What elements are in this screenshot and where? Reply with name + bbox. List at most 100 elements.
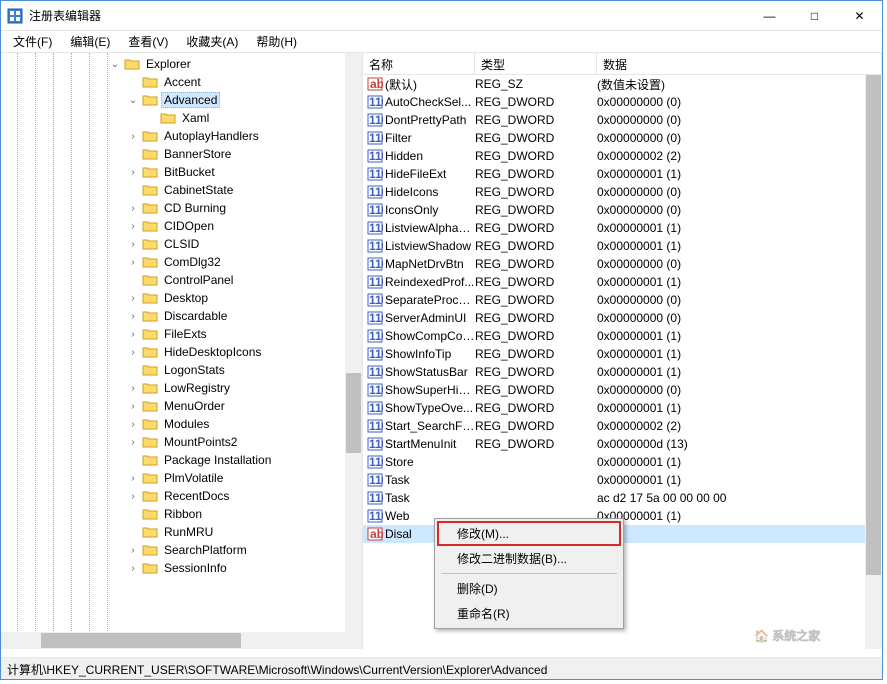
tree-toggle-icon[interactable]: › [127,383,139,394]
tree-item[interactable]: ›MenuOrder [1,397,362,415]
tree-item[interactable]: ›HideDesktopIcons [1,343,362,361]
tree-item[interactable]: ›SessionInfo [1,559,362,577]
registry-value-row[interactable]: 110Task0x00000001 (1) [363,471,882,489]
menu-help[interactable]: 帮助(H) [248,31,305,52]
dword-value-icon: 110 [367,472,383,488]
tree-toggle-icon[interactable]: › [127,437,139,448]
registry-value-row[interactable]: 110HiddenREG_DWORD0x00000002 (2) [363,147,882,165]
tree-toggle-icon[interactable]: › [127,131,139,142]
registry-value-row[interactable]: 110HideFileExtREG_DWORD0x00000001 (1) [363,165,882,183]
tree-item[interactable]: Xaml [1,109,362,127]
registry-value-row[interactable]: 110ReindexedProf...REG_DWORD0x00000001 (… [363,273,882,291]
tree-item[interactable]: ›Discardable [1,307,362,325]
tree-item[interactable]: ›FileExts [1,325,362,343]
tree-item[interactable]: ›CD Burning [1,199,362,217]
tree-toggle-icon[interactable]: › [127,311,139,322]
tree-vertical-scrollbar[interactable] [345,53,362,649]
registry-value-row[interactable]: 110ListviewShadowREG_DWORD0x00000001 (1) [363,237,882,255]
tree-toggle-icon[interactable]: › [127,347,139,358]
tree-item[interactable]: ›MountPoints2 [1,433,362,451]
tree-toggle-icon[interactable]: › [127,239,139,250]
tree-toggle-icon[interactable]: › [127,221,139,232]
tree-item[interactable]: LogonStats [1,361,362,379]
registry-value-row[interactable]: 110HideIconsREG_DWORD0x00000000 (0) [363,183,882,201]
tree-item[interactable]: ›RecentDocs [1,487,362,505]
registry-value-row[interactable]: 110Store0x00000001 (1) [363,453,882,471]
tree-item[interactable]: ControlPanel [1,271,362,289]
tree-toggle-icon[interactable]: ⌄ [109,59,121,70]
tree-toggle-icon[interactable]: › [127,473,139,484]
minimize-button[interactable]: — [747,1,792,30]
registry-value-row[interactable]: 110SeparateProce...REG_DWORD0x00000000 (… [363,291,882,309]
tree-toggle-icon[interactable]: › [127,563,139,574]
tree-toggle-icon[interactable]: › [127,491,139,502]
tree-pane: ⌄ExplorerAccent⌄AdvancedXaml›AutoplayHan… [1,53,363,649]
registry-value-row[interactable]: 110ShowCompCol...REG_DWORD0x00000001 (1) [363,327,882,345]
registry-value-row[interactable]: 110AutoCheckSel...REG_DWORD0x00000000 (0… [363,93,882,111]
tree-toggle-icon[interactable]: › [127,167,139,178]
tree-item[interactable]: BannerStore [1,145,362,163]
tree-toggle-icon[interactable]: › [127,329,139,340]
tree-toggle-icon[interactable]: › [127,401,139,412]
column-header-type[interactable]: 类型 [475,53,597,74]
list-vertical-scrollbar[interactable] [865,75,882,649]
registry-value-row[interactable]: 110ListviewAlphaS...REG_DWORD0x00000001 … [363,219,882,237]
context-modify-binary[interactable]: 修改二进制数据(B)... [437,546,621,571]
tree-item[interactable]: ⌄Advanced [1,91,362,109]
column-header-data[interactable]: 数据 [597,53,882,74]
registry-value-row[interactable]: 110IconsOnlyREG_DWORD0x00000000 (0) [363,201,882,219]
tree-item[interactable]: Ribbon [1,505,362,523]
maximize-button[interactable]: □ [792,1,837,30]
menu-favorites[interactable]: 收藏夹(A) [178,31,246,52]
registry-value-row[interactable]: 110ShowStatusBarREG_DWORD0x00000001 (1) [363,363,882,381]
string-value-icon: ab [367,76,383,92]
registry-value-row[interactable]: 110ShowTypeOve...REG_DWORD0x00000001 (1) [363,399,882,417]
context-delete[interactable]: 删除(D) [437,576,621,601]
tree-horizontal-scrollbar[interactable] [1,632,345,649]
tree-item[interactable]: ›CIDOpen [1,217,362,235]
tree-item[interactable]: ›Modules [1,415,362,433]
tree-item[interactable]: ›AutoplayHandlers [1,127,362,145]
tree-item[interactable]: ⌄Explorer [1,55,362,73]
registry-value-row[interactable]: 110MapNetDrvBtnREG_DWORD0x00000000 (0) [363,255,882,273]
context-rename[interactable]: 重命名(R) [437,601,621,626]
registry-value-row[interactable]: 110ShowSuperHid...REG_DWORD0x00000000 (0… [363,381,882,399]
tree-item[interactable]: ›SearchPlatform [1,541,362,559]
value-data: 0x00000001 (1) [597,509,882,523]
menu-edit[interactable]: 编辑(E) [62,31,118,52]
dword-value-icon: 110 [367,292,383,308]
registry-value-row[interactable]: 110DontPrettyPathREG_DWORD0x00000000 (0) [363,111,882,129]
menu-view[interactable]: 查看(V) [120,31,176,52]
registry-value-row[interactable]: 110Start_SearchFil...REG_DWORD0x00000002… [363,417,882,435]
value-type: REG_DWORD [475,311,597,325]
svg-text:110: 110 [369,167,383,181]
tree-item[interactable]: ›PlmVolatile [1,469,362,487]
titlebar[interactable]: 注册表编辑器 — □ ✕ [1,1,882,31]
tree-item[interactable]: CabinetState [1,181,362,199]
tree-item[interactable]: ›LowRegistry [1,379,362,397]
tree-toggle-icon[interactable]: › [127,257,139,268]
tree-item[interactable]: Package Installation [1,451,362,469]
registry-value-row[interactable]: 110ServerAdminUIREG_DWORD0x00000000 (0) [363,309,882,327]
registry-value-row[interactable]: 110ShowInfoTipREG_DWORD0x00000001 (1) [363,345,882,363]
tree-toggle-icon[interactable]: › [127,545,139,556]
close-button[interactable]: ✕ [837,1,882,30]
registry-value-row[interactable]: ab(默认)REG_SZ(数值未设置) [363,75,882,93]
tree-item[interactable]: ›ComDlg32 [1,253,362,271]
tree-toggle-icon[interactable]: › [127,419,139,430]
value-data: 0x00000002 (2) [597,149,882,163]
tree-toggle-icon[interactable]: › [127,293,139,304]
registry-value-row[interactable]: 110StartMenuInitREG_DWORD0x0000000d (13) [363,435,882,453]
menu-file[interactable]: 文件(F) [5,31,60,52]
context-modify[interactable]: 修改(M)... [437,521,621,546]
tree-item[interactable]: ›CLSID [1,235,362,253]
tree-toggle-icon[interactable]: ⌄ [127,95,139,106]
tree-item[interactable]: Accent [1,73,362,91]
tree-toggle-icon[interactable]: › [127,203,139,214]
tree-item[interactable]: ›Desktop [1,289,362,307]
column-header-name[interactable]: 名称 [363,53,475,74]
registry-value-row[interactable]: 110Taskac d2 17 5a 00 00 00 00 [363,489,882,507]
tree-item[interactable]: ›BitBucket [1,163,362,181]
tree-item[interactable]: RunMRU [1,523,362,541]
registry-value-row[interactable]: 110FilterREG_DWORD0x00000000 (0) [363,129,882,147]
